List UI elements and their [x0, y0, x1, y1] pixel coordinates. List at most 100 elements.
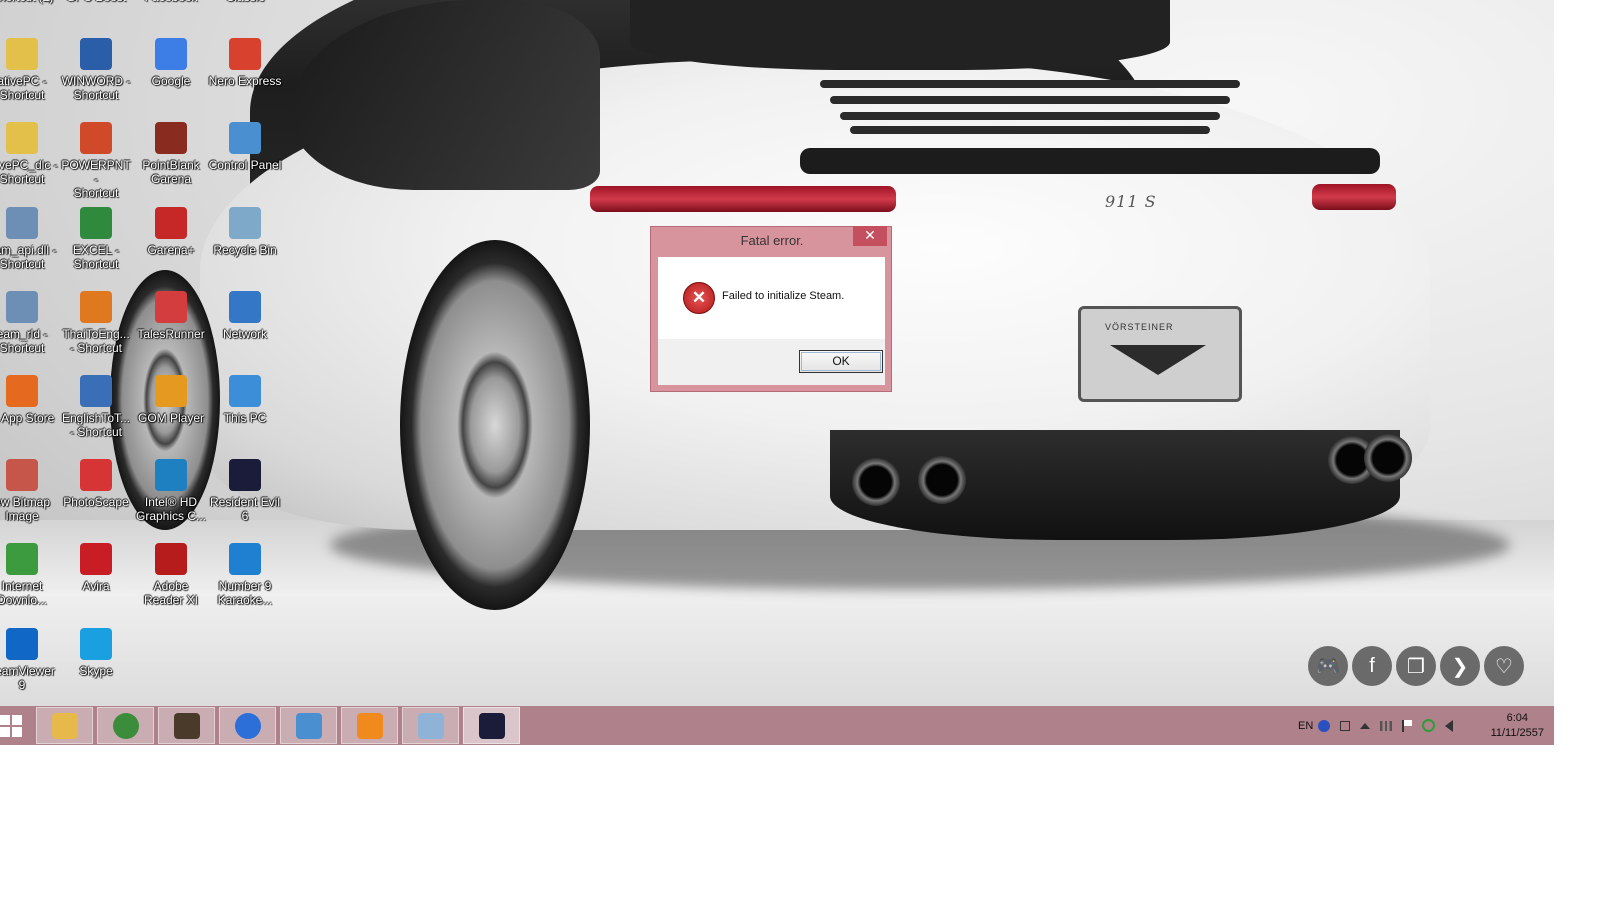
windows-logo-icon — [12, 727, 22, 737]
desktop-icon-label: Internet Downlo... — [0, 579, 48, 607]
paint-icon — [417, 712, 444, 739]
desktop-icon[interactable]: Network — [208, 291, 282, 341]
dialog-close-button[interactable]: ✕ — [853, 226, 887, 246]
app-icon — [229, 459, 261, 491]
app-icon — [80, 38, 112, 70]
desktop-icon[interactable]: GOM Player — [134, 375, 208, 425]
desktop-icon[interactable]: Nero Express — [208, 38, 282, 88]
error-icon: ✕ — [683, 282, 715, 314]
desktop-icon[interactable]: Garena+ — [134, 207, 208, 257]
taskbar-app-chrome[interactable] — [97, 707, 154, 744]
desktop-icon-label: Garena+ — [147, 243, 195, 257]
taskbar-app-control-panel[interactable] — [280, 707, 337, 744]
desktop-icon[interactable]: GPU Boost — [59, 0, 133, 4]
windows-logo-icon — [0, 727, 10, 737]
desktop-icon-label: Avira — [82, 579, 110, 593]
desktop-icon-label: EnglishToT... - Shortcut — [61, 411, 131, 439]
heart-icon[interactable]: ♡ — [1484, 646, 1524, 686]
desktop-icon[interactable]: POWERPNT - Shortcut — [59, 122, 133, 200]
desktop-icon[interactable]: TalesRunner — [134, 291, 208, 341]
next-icon[interactable]: ❯ — [1440, 646, 1480, 686]
desktop-icon[interactable]: ThaiToEng... - Shortcut — [59, 291, 133, 355]
desktop-icon-label: Number 9 Karaoke... — [217, 579, 273, 607]
desktop-icon[interactable]: Adobe Reader XI — [134, 543, 208, 607]
desktop-icon[interactable]: Control Panel — [208, 122, 282, 172]
wallpaper-vent — [820, 80, 1240, 88]
fatal-error-dialog: Fatal error. ✕ ✕ Failed to initialize St… — [650, 226, 892, 392]
desktop-icon[interactable]: Shortcut (2) — [0, 0, 59, 4]
desktop-icon[interactable]: Avira — [59, 543, 133, 593]
signal-icon[interactable] — [1380, 720, 1393, 731]
desktop-icon-label: TeamViewer 9 — [0, 664, 55, 692]
volume-icon[interactable] — [1445, 719, 1454, 732]
taskbar: EN 6:04 11/11/2557 — [0, 706, 1554, 745]
desktop-icon-label: Skype — [79, 664, 113, 678]
desktop-icon-label: Control Panel — [208, 158, 282, 172]
wallpaper-plate-logo — [1110, 345, 1206, 375]
ok-button[interactable]: OK — [799, 350, 883, 373]
desktop-icon[interactable]: C App Store — [0, 375, 59, 425]
taskbar-app-video-editor[interactable] — [158, 707, 215, 744]
flag-icon[interactable] — [1402, 719, 1413, 732]
desktop-icon-label: WINWORD - Shortcut — [61, 74, 131, 102]
app-icon — [229, 38, 261, 70]
desktop-icon[interactable]: Classic — [208, 0, 282, 4]
app-tray-icon[interactable] — [1422, 719, 1436, 732]
desktop-icon[interactable]: This PC — [208, 375, 282, 425]
app-icon — [229, 122, 261, 154]
desktop-icon-label: Resident Evil 6 — [209, 495, 281, 523]
desktop-icon[interactable]: Recycle Bin — [208, 207, 282, 257]
app-icon — [80, 543, 112, 575]
desktop-icon[interactable]: TeamViewer 9 — [0, 628, 59, 692]
desktop-icon[interactable]: Facebook — [134, 0, 208, 4]
help-icon[interactable] — [1318, 719, 1331, 732]
taskbar-app-swirl-app[interactable] — [219, 707, 276, 744]
taskbar-app-store[interactable] — [341, 707, 398, 744]
desktop-icon[interactable]: Google — [134, 38, 208, 88]
desktop-icon[interactable]: ativePC - Shortcut — [0, 38, 59, 102]
taskbar-app-file-explorer[interactable] — [36, 707, 93, 744]
app-icon — [6, 207, 38, 239]
desktop-icon[interactable]: ativePC_dlc - Shortcut — [0, 122, 59, 186]
system-tray: EN — [1298, 706, 1458, 745]
app-icon — [6, 628, 38, 660]
language-indicator[interactable]: EN — [1298, 720, 1313, 732]
desktop-icon[interactable]: WINWORD - Shortcut — [59, 38, 133, 102]
show-hidden-icons-chevron-icon[interactable] — [1360, 722, 1371, 729]
taskbar-clock[interactable]: 6:04 11/11/2557 — [1491, 711, 1544, 741]
video-editor-icon — [173, 712, 200, 739]
wallpaper-plate-brand: VÖRSTEINER — [1105, 322, 1174, 332]
start-button[interactable] — [0, 715, 22, 737]
desktop-icon[interactable]: ew Bitmap Image — [0, 459, 59, 523]
touch-keyboard-icon[interactable] — [1340, 720, 1351, 731]
facebook-icon[interactable]: f — [1352, 646, 1392, 686]
wallpaper-car-rear-window — [630, 0, 1170, 70]
desktop-icon[interactable]: Resident Evil 6 — [208, 459, 282, 523]
taskbar-app-resident-evil-6[interactable] — [463, 707, 520, 744]
gamepad-icon[interactable]: 🎮 — [1308, 646, 1348, 686]
desktop-icon[interactable]: EnglishToT... - Shortcut — [59, 375, 133, 439]
wallpaper-exhaust — [852, 458, 900, 506]
app-icon — [155, 38, 187, 70]
desktop-icon[interactable]: Intel® HD Graphics C... — [134, 459, 208, 523]
desktop-icon[interactable]: Internet Downlo... — [0, 543, 59, 607]
desktop-icon[interactable]: Skype — [59, 628, 133, 678]
desktop-icon-label: Shortcut (2) — [0, 0, 59, 4]
wallpaper-rear-wheel — [400, 240, 590, 610]
taskbar-app-paint[interactable] — [402, 707, 459, 744]
desktop-icon[interactable]: Number 9 Karaoke... — [208, 543, 282, 607]
desktop-icon-label: Adobe Reader XI — [143, 579, 199, 607]
desktop-icon[interactable]: eam_rld - Shortcut — [0, 291, 59, 355]
desktop-icon[interactable]: PointBlank Garena — [134, 122, 208, 186]
copy-icon[interactable]: ❐ — [1396, 646, 1436, 686]
desktop-icon-label: TalesRunner — [137, 327, 205, 341]
app-icon — [6, 122, 38, 154]
desktop-icon[interactable]: eam_api.dll - Shortcut — [0, 207, 59, 271]
wallpaper-diffuser — [830, 430, 1400, 540]
desktop-icon[interactable]: EXCEL - Shortcut — [59, 207, 133, 271]
desktop-icon[interactable]: PhotoScape — [59, 459, 133, 509]
wallpaper-taillight — [1312, 184, 1396, 210]
app-icon — [155, 122, 187, 154]
app-icon — [229, 207, 261, 239]
clock-date: 11/11/2557 — [1490, 727, 1544, 739]
